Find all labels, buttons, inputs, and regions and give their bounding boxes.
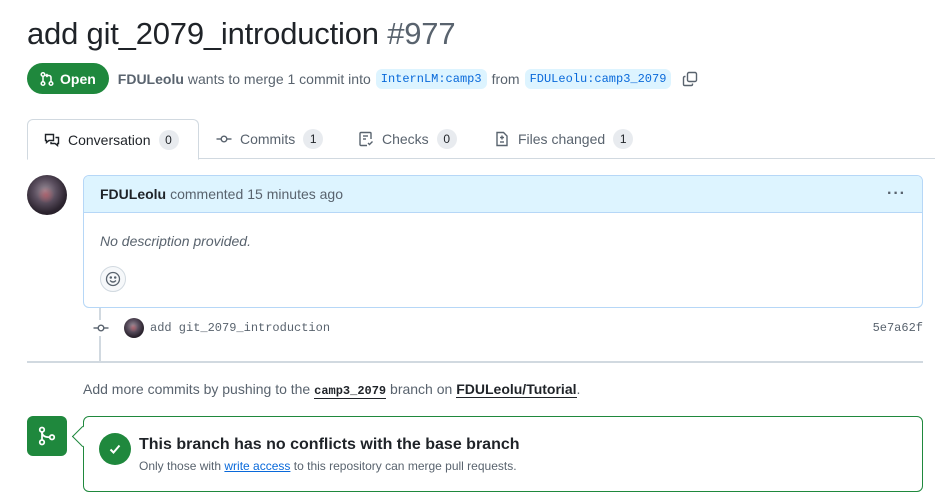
- avatar[interactable]: [27, 175, 67, 215]
- merge-description: wants to merge 1 commit into: [187, 70, 371, 87]
- pr-author-link[interactable]: FDULeolu: [118, 71, 184, 87]
- comment-menu-button[interactable]: ···: [887, 185, 906, 203]
- merge-sub-prefix: Only those with: [139, 459, 222, 473]
- commit-message-link[interactable]: add git_2079_introduction: [150, 321, 330, 335]
- comment-discussion-icon: [44, 133, 60, 147]
- status-label: Open: [60, 70, 96, 87]
- from-text: from: [491, 70, 520, 87]
- check-circle-icon: [99, 433, 131, 465]
- base-branch-label[interactable]: InternLM:camp3: [375, 68, 487, 89]
- tab-conversation[interactable]: Conversation 0: [27, 119, 199, 160]
- status-badge: Open: [27, 63, 109, 94]
- tab-commits[interactable]: Commits 1: [216, 119, 324, 159]
- merge-sub-suffix: to this repository can merge pull reques…: [293, 459, 517, 473]
- comment-box: FDULeolu commented 15 minutes ago ··· No…: [83, 175, 923, 308]
- push-note-prefix: Add more commits by pushing to the: [83, 381, 311, 397]
- comment-timestamp[interactable]: 15 minutes ago: [247, 186, 343, 202]
- head-branch-label[interactable]: FDULeolu:camp3_2079: [524, 68, 672, 89]
- pr-tabs: Conversation 0 Commits 1 Checks 0 Files …: [27, 119, 935, 160]
- comment-action: commented: [170, 186, 244, 202]
- push-branch-name: camp3_2079: [314, 384, 387, 399]
- smiley-icon: [105, 271, 121, 287]
- checklist-icon: [359, 131, 373, 147]
- merge-status-title: This branch has no conflicts with the ba…: [139, 436, 520, 453]
- merge-status-icon-box: [27, 416, 67, 456]
- commit-node: [93, 320, 109, 336]
- tab-label: Files changed: [518, 131, 606, 147]
- git-merge-icon: [38, 426, 56, 446]
- tab-counter: 0: [436, 129, 457, 149]
- pr-number: #977: [387, 16, 456, 51]
- copy-button[interactable]: [682, 71, 698, 87]
- file-diff-icon: [496, 131, 508, 147]
- push-note-suffix: .: [576, 381, 581, 397]
- tab-label: Commits: [240, 131, 296, 147]
- pr-title-text: add git_2079_introduction: [27, 16, 379, 51]
- tab-label: Checks: [382, 131, 429, 147]
- tab-counter: 0: [158, 129, 179, 150]
- tab-counter: 1: [303, 129, 324, 149]
- merge-status-box: This branch has no conflicts with the ba…: [83, 416, 923, 492]
- tab-checks[interactable]: Checks 0: [358, 119, 457, 159]
- push-repo-link[interactable]: FDULeolu/Tutorial: [456, 381, 577, 398]
- tab-counter: 1: [613, 129, 634, 149]
- add-reaction-button[interactable]: [100, 266, 126, 292]
- pr-title: add git_2079_introduction #977: [27, 16, 456, 52]
- commit-sha-link[interactable]: 5e7a62f: [873, 321, 923, 335]
- comment-header: FDULeolu commented 15 minutes ago ···: [84, 176, 922, 213]
- comment-author-link[interactable]: FDULeolu: [100, 186, 166, 202]
- merge-status-subtitle: Only those with write access to this rep…: [139, 459, 517, 473]
- commit-row: add git_2079_introduction 5e7a62f: [83, 316, 923, 340]
- check-icon: [109, 444, 121, 454]
- commit-avatar[interactable]: [124, 318, 144, 338]
- git-commit-icon: [216, 135, 232, 143]
- timeline-divider: [27, 361, 923, 363]
- git-commit-icon: [93, 324, 109, 332]
- tab-label: Conversation: [68, 131, 151, 148]
- push-note-middle: branch on: [390, 381, 453, 397]
- comment-body: No description provided.: [100, 233, 251, 249]
- copy-icon: [683, 71, 698, 86]
- pr-meta: Open FDULeolu wants to merge 1 commit in…: [27, 63, 698, 94]
- tab-files-changed[interactable]: Files changed 1: [494, 119, 634, 159]
- write-access-link[interactable]: write access: [224, 459, 290, 473]
- git-pull-request-icon: [40, 71, 54, 86]
- push-note: Add more commits by pushing to the camp3…: [83, 381, 581, 399]
